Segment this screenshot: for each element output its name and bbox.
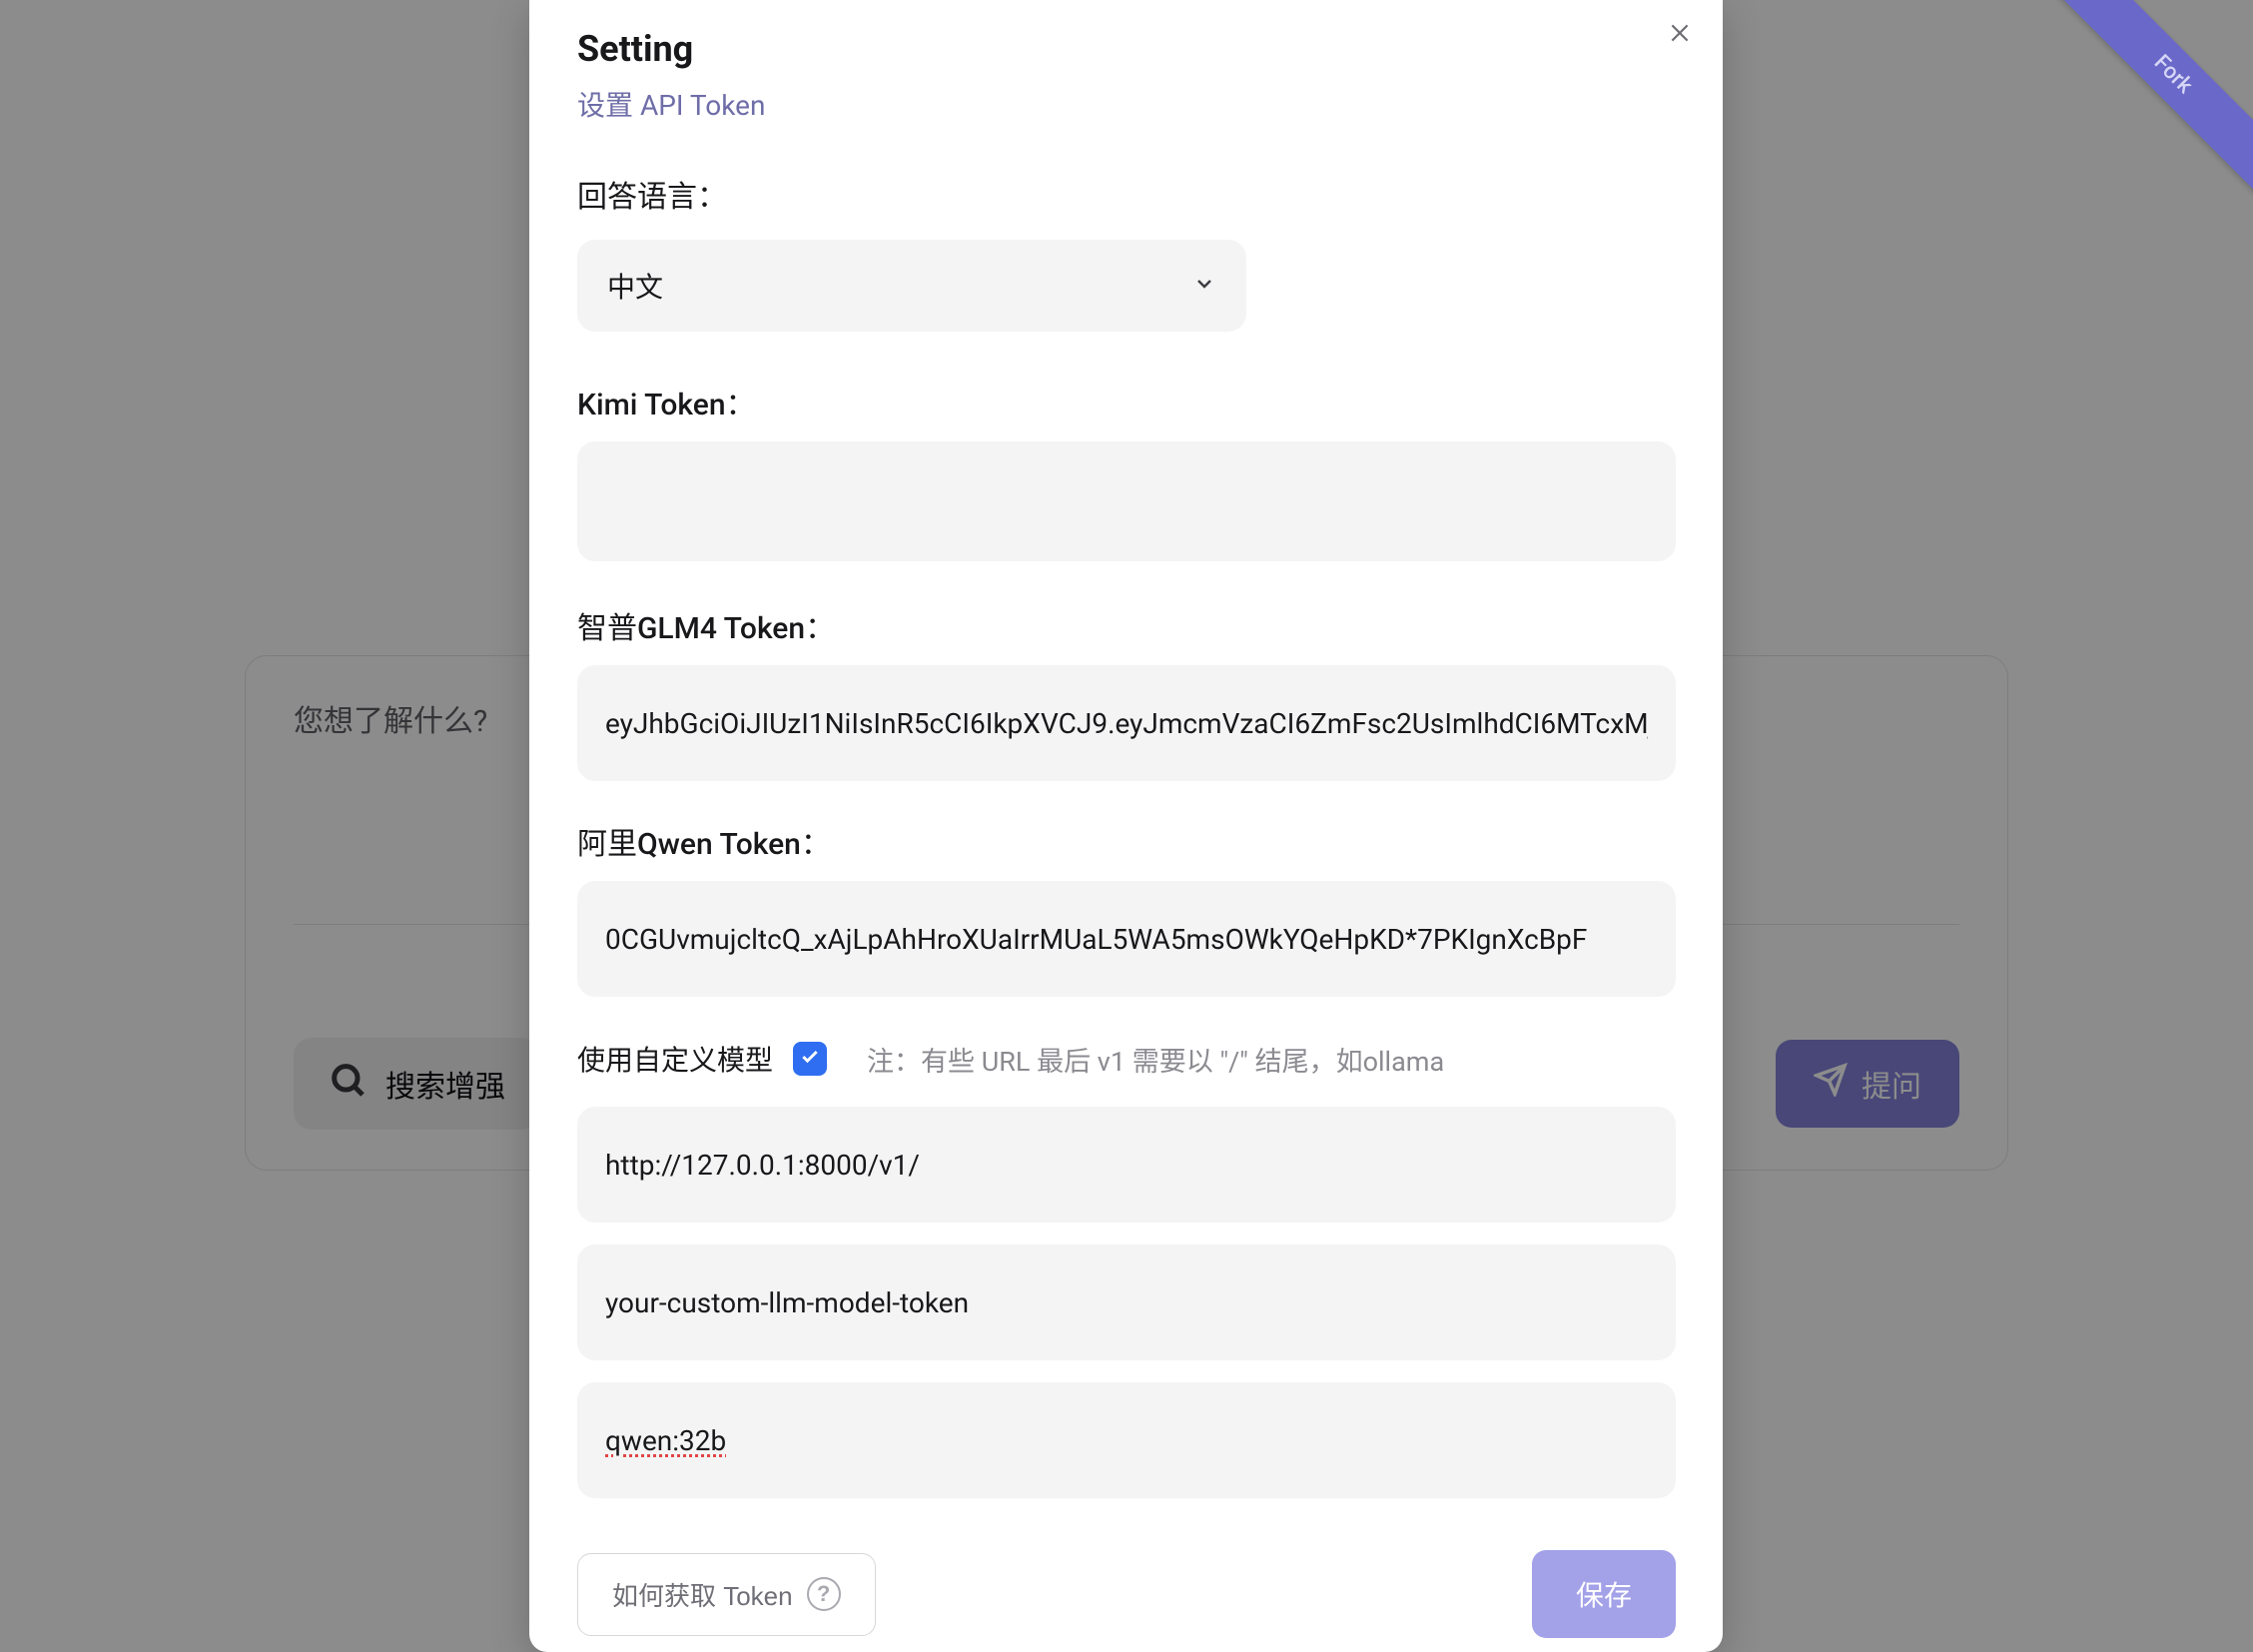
custom-token-input[interactable] [577, 1244, 1676, 1360]
kimi-token-label: Kimi Token： [577, 388, 756, 422]
modal-subtitle: 设置 API Token [577, 84, 1675, 124]
glm4-token-group: 智普GLM4 Token： [577, 603, 1675, 781]
glm4-token-input[interactable] [577, 665, 1676, 781]
close-icon [1667, 31, 1693, 50]
custom-url-input[interactable] [577, 1107, 1676, 1223]
kimi-token-group: Kimi Token： [577, 380, 1675, 565]
check-icon [800, 1047, 820, 1071]
qwen-token-group: 阿里Qwen Token： [577, 819, 1675, 997]
help-icon: ? [807, 1577, 841, 1611]
custom-model-note: 注：有些 URL 最后 v1 需要以 "/" 结尾，如ollama [867, 1040, 1444, 1079]
custom-model-checkbox[interactable] [793, 1042, 827, 1076]
custom-model-name-input[interactable] [577, 1382, 1676, 1498]
fork-ribbon[interactable]: Fork [1993, 0, 2253, 260]
answer-language-select[interactable]: 中文 [577, 240, 1246, 332]
qwen-token-input[interactable] [577, 881, 1676, 997]
how-to-get-token-button[interactable]: 如何获取 Token ? [577, 1553, 876, 1636]
modal-title: Setting [577, 28, 1675, 70]
help-button-label: 如何获取 Token [612, 1576, 793, 1613]
save-button[interactable]: 保存 [1532, 1550, 1676, 1638]
qwen-token-label: 阿里Qwen Token： [577, 827, 831, 862]
custom-model-label: 使用自定义模型 [577, 1039, 773, 1079]
settings-modal: Setting 设置 API Token 回答语言： 中文 Kimi Token… [529, 0, 1723, 1652]
answer-language-select-wrap: 中文 [577, 240, 1246, 332]
close-button[interactable] [1667, 20, 1693, 50]
answer-language-group: 回答语言： 中文 [577, 172, 1675, 332]
kimi-token-input[interactable] [577, 441, 1676, 561]
modal-footer: 如何获取 Token ? 保存 [577, 1550, 1676, 1638]
custom-model-row: 使用自定义模型 注：有些 URL 最后 v1 需要以 "/" 结尾，如ollam… [577, 1039, 1675, 1079]
glm4-token-label: 智普GLM4 Token： [577, 611, 835, 646]
fork-ribbon-label: Fork [2043, 0, 2253, 205]
answer-language-label: 回答语言： [577, 180, 727, 215]
